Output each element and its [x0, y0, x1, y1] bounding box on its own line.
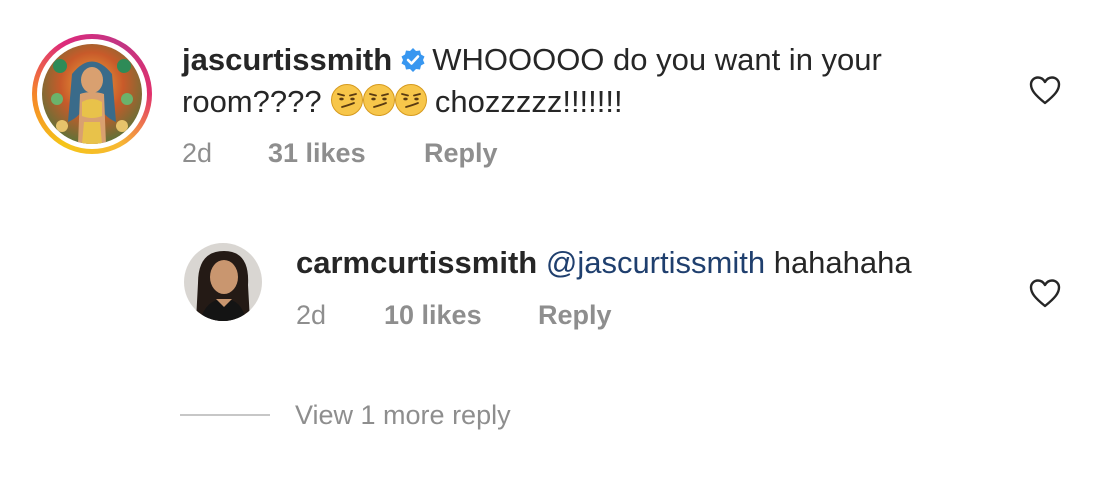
comment-text-2-suffix: chozzzzz!!!!!!! — [434, 84, 623, 119]
view-more-replies-button[interactable]: View 1 more reply — [295, 400, 511, 431]
comment-likes[interactable]: 31 likes — [268, 138, 366, 169]
comment-avatar[interactable] — [42, 44, 142, 144]
smirking-emoji-icon — [331, 84, 364, 116]
reply-likes[interactable]: 10 likes — [384, 300, 482, 331]
reply-time: 2d — [296, 300, 327, 330]
comment-text-line1: jascurtissmith WHOOOOO do you want in yo… — [182, 40, 882, 80]
reply-username[interactable]: carmcurtissmith — [296, 245, 537, 280]
comment-text-1: WHOOOOO do you want in your — [432, 42, 882, 77]
reply-reply-button[interactable]: Reply — [538, 300, 612, 331]
smirking-emoji-icon — [363, 84, 396, 116]
comment-time: 2d — [182, 138, 213, 168]
comment-username[interactable]: jascurtissmith — [182, 42, 392, 77]
comment-reply-button[interactable]: Reply — [424, 138, 498, 169]
comment-text-2-prefix: room???? — [182, 84, 322, 119]
comment-avatar-ring[interactable] — [32, 34, 152, 154]
heart-outline-icon[interactable] — [1029, 75, 1061, 105]
verified-badge-icon — [401, 48, 425, 72]
reply-avatar[interactable] — [184, 243, 262, 321]
reply-text: hahahaha — [773, 245, 912, 280]
view-more-divider — [180, 414, 270, 416]
reply-mention[interactable]: @jascurtissmith — [546, 245, 765, 280]
heart-outline-icon[interactable] — [1029, 278, 1061, 308]
comment-text-line2: room???? chozzzzz!!!!!!! — [182, 82, 623, 122]
smirking-emoji-icon — [395, 84, 428, 116]
reply-text-line: carmcurtissmith @jascurtissmith hahahaha — [296, 243, 912, 283]
